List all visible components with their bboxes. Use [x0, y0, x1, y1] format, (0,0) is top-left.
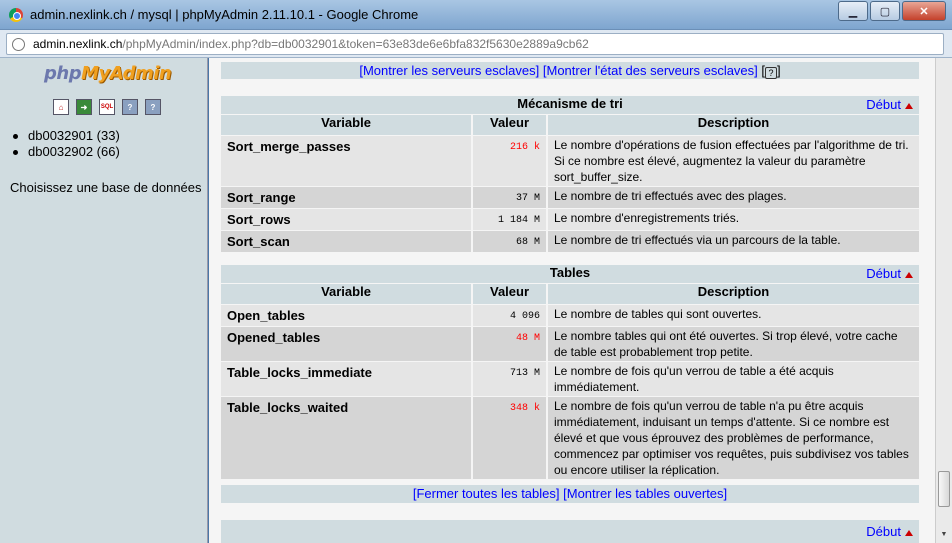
- column-header-variable: Variable: [221, 284, 471, 304]
- section-title: Mécanisme de tri: [517, 96, 623, 111]
- chrome-icon: [9, 8, 23, 22]
- window-title: admin.nexlink.ch / mysql | phpMyAdmin 2.…: [30, 7, 419, 22]
- debut-label: Début: [866, 524, 901, 539]
- variable-name: Sort_rows: [221, 209, 471, 230]
- left-frame: phpMyAdmin ⌂ ➜ SQL ? ? db0032901 (33) db…: [0, 58, 208, 543]
- table-row: Open_tables 4 096 Le nombre de tables qu…: [221, 305, 919, 326]
- table-row: Sort_scan 68 M Le nombre de tri effectué…: [221, 231, 919, 252]
- exit-icon[interactable]: ➜: [76, 99, 92, 115]
- column-header-description: Description: [546, 115, 919, 135]
- variable-value: 37 M: [471, 187, 546, 208]
- scroll-down-icon[interactable]: ▼: [938, 528, 950, 542]
- right-frame: [Montrer les serveurs esclaves] [Montrer…: [209, 58, 952, 543]
- help-icon[interactable]: ?: [765, 67, 778, 79]
- variable-description: Le nombre tables qui ont été ouvertes. S…: [546, 327, 919, 361]
- debut-label: Début: [866, 266, 901, 281]
- home-icon[interactable]: ⌂: [53, 99, 69, 115]
- variable-name: Table_locks_immediate: [221, 362, 471, 396]
- logo-php: php: [44, 63, 82, 84]
- variable-value: 1 184 M: [471, 209, 546, 230]
- minimize-button[interactable]: ▁: [838, 1, 868, 21]
- vertical-scrollbar[interactable]: ▼: [935, 58, 952, 543]
- help-icon[interactable]: ?: [145, 99, 161, 115]
- database-item[interactable]: db0032901 (33): [12, 128, 120, 144]
- variable-description: Le nombre de tables qui sont ouvertes.: [546, 305, 919, 326]
- url-path: /phpMyAdmin/index.php?db=db0032901&token…: [122, 37, 589, 51]
- close-button[interactable]: ✕: [902, 1, 946, 21]
- url-field[interactable]: admin.nexlink.ch/phpMyAdmin/index.php?db…: [6, 33, 944, 55]
- sort-mechanism-table: Mécanisme de tri Début Variable Valeur D…: [221, 95, 919, 253]
- address-bar: admin.nexlink.ch/phpMyAdmin/index.php?db…: [0, 30, 952, 58]
- table-row: Table_locks_waited 348 k Le nombre de fo…: [221, 397, 919, 479]
- table-row: Sort_merge_passes 216 k Le nombre d'opér…: [221, 136, 919, 186]
- variable-value: 348 k: [471, 397, 546, 479]
- show-slave-servers-link[interactable]: [Montrer les serveurs esclaves]: [359, 63, 539, 78]
- phpmyadmin-logo[interactable]: phpMyAdmin: [44, 63, 172, 84]
- variable-value: 48 M: [471, 327, 546, 361]
- bracket-close: ]: [777, 63, 781, 78]
- column-header-value: Valeur: [471, 115, 546, 135]
- variable-name: Sort_scan: [221, 231, 471, 252]
- database-list: db0032901 (33) db0032902 (66): [12, 128, 120, 160]
- sql-icon[interactable]: SQL: [99, 99, 115, 115]
- logo-myadmin: MyAdmin: [81, 63, 172, 84]
- tables-status-table: Tables Début Variable Valeur Description…: [221, 264, 919, 480]
- variable-description: Le nombre de tri effectués avec des plag…: [546, 187, 919, 208]
- window-controls: ▁ ▢ ✕: [838, 1, 946, 21]
- table-row: Table_locks_immediate 713 M Le nombre de…: [221, 362, 919, 396]
- variable-description: Le nombre d'opérations de fusion effectu…: [546, 136, 919, 186]
- section-title: Tables: [549, 265, 591, 280]
- debut-label: Début: [866, 97, 901, 112]
- variable-description: Le nombre de fois qu'un verrou de table …: [546, 397, 919, 479]
- column-header-variable: Variable: [221, 115, 471, 135]
- close-all-tables-link[interactable]: [Fermer toutes les tables]: [413, 486, 560, 501]
- globe-icon: [12, 38, 25, 51]
- database-item[interactable]: db0032902 (66): [12, 144, 120, 160]
- column-header-description: Description: [546, 284, 919, 304]
- window-titlebar: admin.nexlink.ch / mysql | phpMyAdmin 2.…: [0, 0, 952, 30]
- nav-icons: ⌂ ➜ SQL ? ?: [53, 99, 161, 115]
- variable-name: Opened_tables: [221, 327, 471, 361]
- debut-link[interactable]: Début: [866, 97, 913, 113]
- variable-value: 68 M: [471, 231, 546, 252]
- scrollbar-thumb[interactable]: [938, 471, 950, 507]
- variable-name: Open_tables: [221, 305, 471, 326]
- show-open-tables-link[interactable]: [Montrer les tables ouvertes]: [563, 486, 727, 501]
- arrow-up-icon: [905, 530, 913, 536]
- next-section-caption: Début: [221, 520, 919, 543]
- variable-description: Le nombre de tri effectués via un parcou…: [546, 231, 919, 252]
- maximize-button[interactable]: ▢: [870, 1, 900, 21]
- show-slave-status-link[interactable]: [Montrer l'état des serveurs esclaves]: [543, 63, 758, 78]
- column-header-value: Valeur: [471, 284, 546, 304]
- choose-database-label: Choisissez une base de données: [10, 180, 202, 195]
- variable-name: Table_locks_waited: [221, 397, 471, 479]
- table-row: Sort_rows 1 184 M Le nombre d'enregistre…: [221, 209, 919, 230]
- replication-links: [Montrer les serveurs esclaves] [Montrer…: [221, 62, 919, 79]
- variable-description: Le nombre d'enregistrements triés.: [546, 209, 919, 230]
- variable-description: Le nombre de fois qu'un verrou de table …: [546, 362, 919, 396]
- tables-section-caption: Tables Début: [221, 265, 919, 283]
- tables-action-links: [Fermer toutes les tables] [Montrer les …: [221, 485, 919, 503]
- arrow-up-icon: [905, 103, 913, 109]
- debut-link[interactable]: Début: [866, 266, 913, 282]
- arrow-up-icon: [905, 272, 913, 278]
- docs-icon[interactable]: ?: [122, 99, 138, 115]
- url-text[interactable]: admin.nexlink.ch/phpMyAdmin/index.php?db…: [33, 37, 589, 51]
- variable-value: 713 M: [471, 362, 546, 396]
- table-row: Opened_tables 48 M Le nombre tables qui …: [221, 327, 919, 361]
- sort-section-caption: Mécanisme de tri Début: [221, 96, 919, 114]
- variable-name: Sort_merge_passes: [221, 136, 471, 186]
- variable-value: 216 k: [471, 136, 546, 186]
- url-host: admin.nexlink.ch: [33, 37, 123, 51]
- variable-name: Sort_range: [221, 187, 471, 208]
- table-row: Sort_range 37 M Le nombre de tri effectu…: [221, 187, 919, 208]
- debut-link[interactable]: Début: [866, 524, 913, 539]
- variable-value: 4 096: [471, 305, 546, 326]
